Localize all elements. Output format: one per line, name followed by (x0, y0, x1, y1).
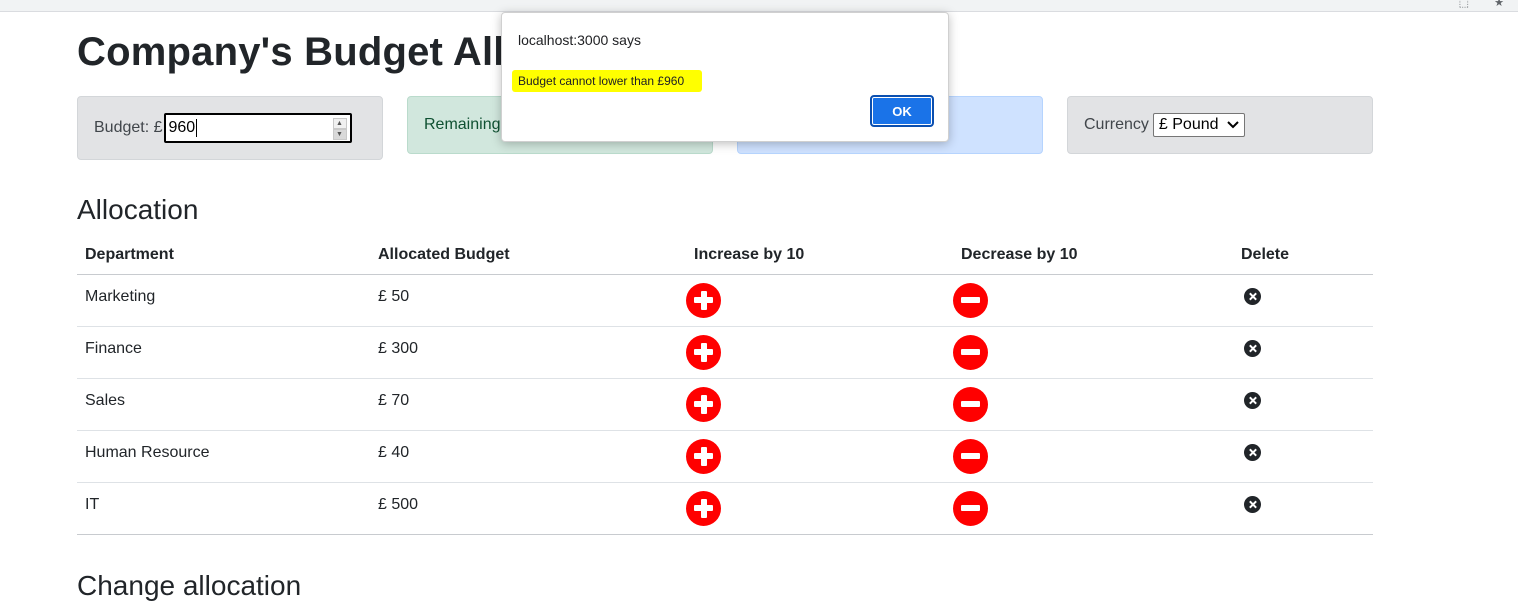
allocation-heading: Allocation (77, 194, 199, 225)
column-header: Allocated Budget (370, 236, 686, 275)
spinner-down-icon[interactable]: ▼ (332, 129, 347, 140)
column-header: Increase by 10 (686, 236, 953, 275)
page-title: Company's Budget Allo (77, 30, 530, 74)
currency-selected-value: £ Pound (1158, 116, 1219, 133)
close-circle-icon[interactable] (1244, 287, 1261, 305)
browser-toolbar-strip: ⬚ ★ (0, 0, 1518, 12)
budget-input[interactable]: 960 ▲ ▼ (163, 113, 352, 143)
plus-circle-icon[interactable] (686, 386, 721, 422)
budget-input-value: 960 (168, 119, 196, 136)
table-row: Human Resource £ 40 (77, 430, 1373, 483)
budget-cell: £ 50 (370, 274, 686, 327)
plus-circle-icon[interactable] (686, 490, 721, 526)
bookmark-star-icon[interactable]: ★ (1494, 0, 1504, 9)
table-row: Finance £ 300 (77, 326, 1373, 379)
spinner-up-icon[interactable]: ▲ (332, 118, 347, 129)
department-cell: Finance (77, 326, 370, 379)
ok-button[interactable]: OK (870, 95, 934, 127)
alert-dialog: localhost:3000 says Budget cannot lower … (501, 12, 949, 142)
table-row: IT £ 500 (77, 482, 1373, 535)
budget-cell: £ 40 (370, 430, 686, 483)
table-row: Sales £ 70 (77, 378, 1373, 431)
remaining-label: Remaining: (424, 116, 505, 133)
department-cell: Marketing (77, 274, 370, 327)
table-row: Marketing £ 50 (77, 274, 1373, 327)
plus-circle-icon[interactable] (686, 438, 721, 474)
browser-icons: ⬚ ★ (1437, 0, 1504, 9)
currency-card: Currency £ Pound (1067, 96, 1373, 154)
column-header: Decrease by 10 (953, 236, 1233, 275)
allocation-table: Department Allocated Budget Increase by … (77, 236, 1373, 535)
department-cell: Sales (77, 378, 370, 431)
dialog-title: localhost:3000 says (518, 32, 641, 48)
minus-circle-icon[interactable] (953, 490, 988, 526)
budget-card: Budget: £ 960 ▲ ▼ (77, 96, 383, 160)
budget-label: Budget: £ (94, 119, 163, 136)
minus-circle-icon[interactable] (953, 282, 988, 318)
column-header: Department (77, 236, 370, 275)
currency-label: Currency (1084, 116, 1149, 133)
minus-circle-icon[interactable] (953, 334, 988, 370)
department-cell: IT (77, 482, 370, 535)
close-circle-icon[interactable] (1244, 443, 1261, 461)
department-cell: Human Resource (77, 430, 370, 483)
budget-cell: £ 500 (370, 482, 686, 535)
budget-cell: £ 70 (370, 378, 686, 431)
chevron-down-icon (1227, 121, 1239, 129)
text-caret (196, 119, 198, 137)
budget-cell: £ 300 (370, 326, 686, 379)
column-header: Delete (1233, 236, 1373, 275)
budget-spinner[interactable]: ▲ ▼ (332, 118, 347, 140)
minus-circle-icon[interactable] (953, 386, 988, 422)
close-circle-icon[interactable] (1244, 339, 1261, 357)
minus-circle-icon[interactable] (953, 438, 988, 474)
plus-circle-icon[interactable] (686, 282, 721, 318)
change-allocation-heading: Change allocation (77, 570, 302, 601)
close-circle-icon[interactable] (1244, 391, 1261, 409)
currency-select[interactable]: £ Pound (1152, 113, 1245, 137)
plus-circle-icon[interactable] (686, 334, 721, 370)
close-circle-icon[interactable] (1244, 495, 1261, 513)
table-header-row: Department Allocated Budget Increase by … (77, 236, 1373, 275)
share-icon[interactable]: ⬚ (1459, 0, 1469, 9)
dialog-message: Budget cannot lower than £960 (512, 70, 703, 92)
